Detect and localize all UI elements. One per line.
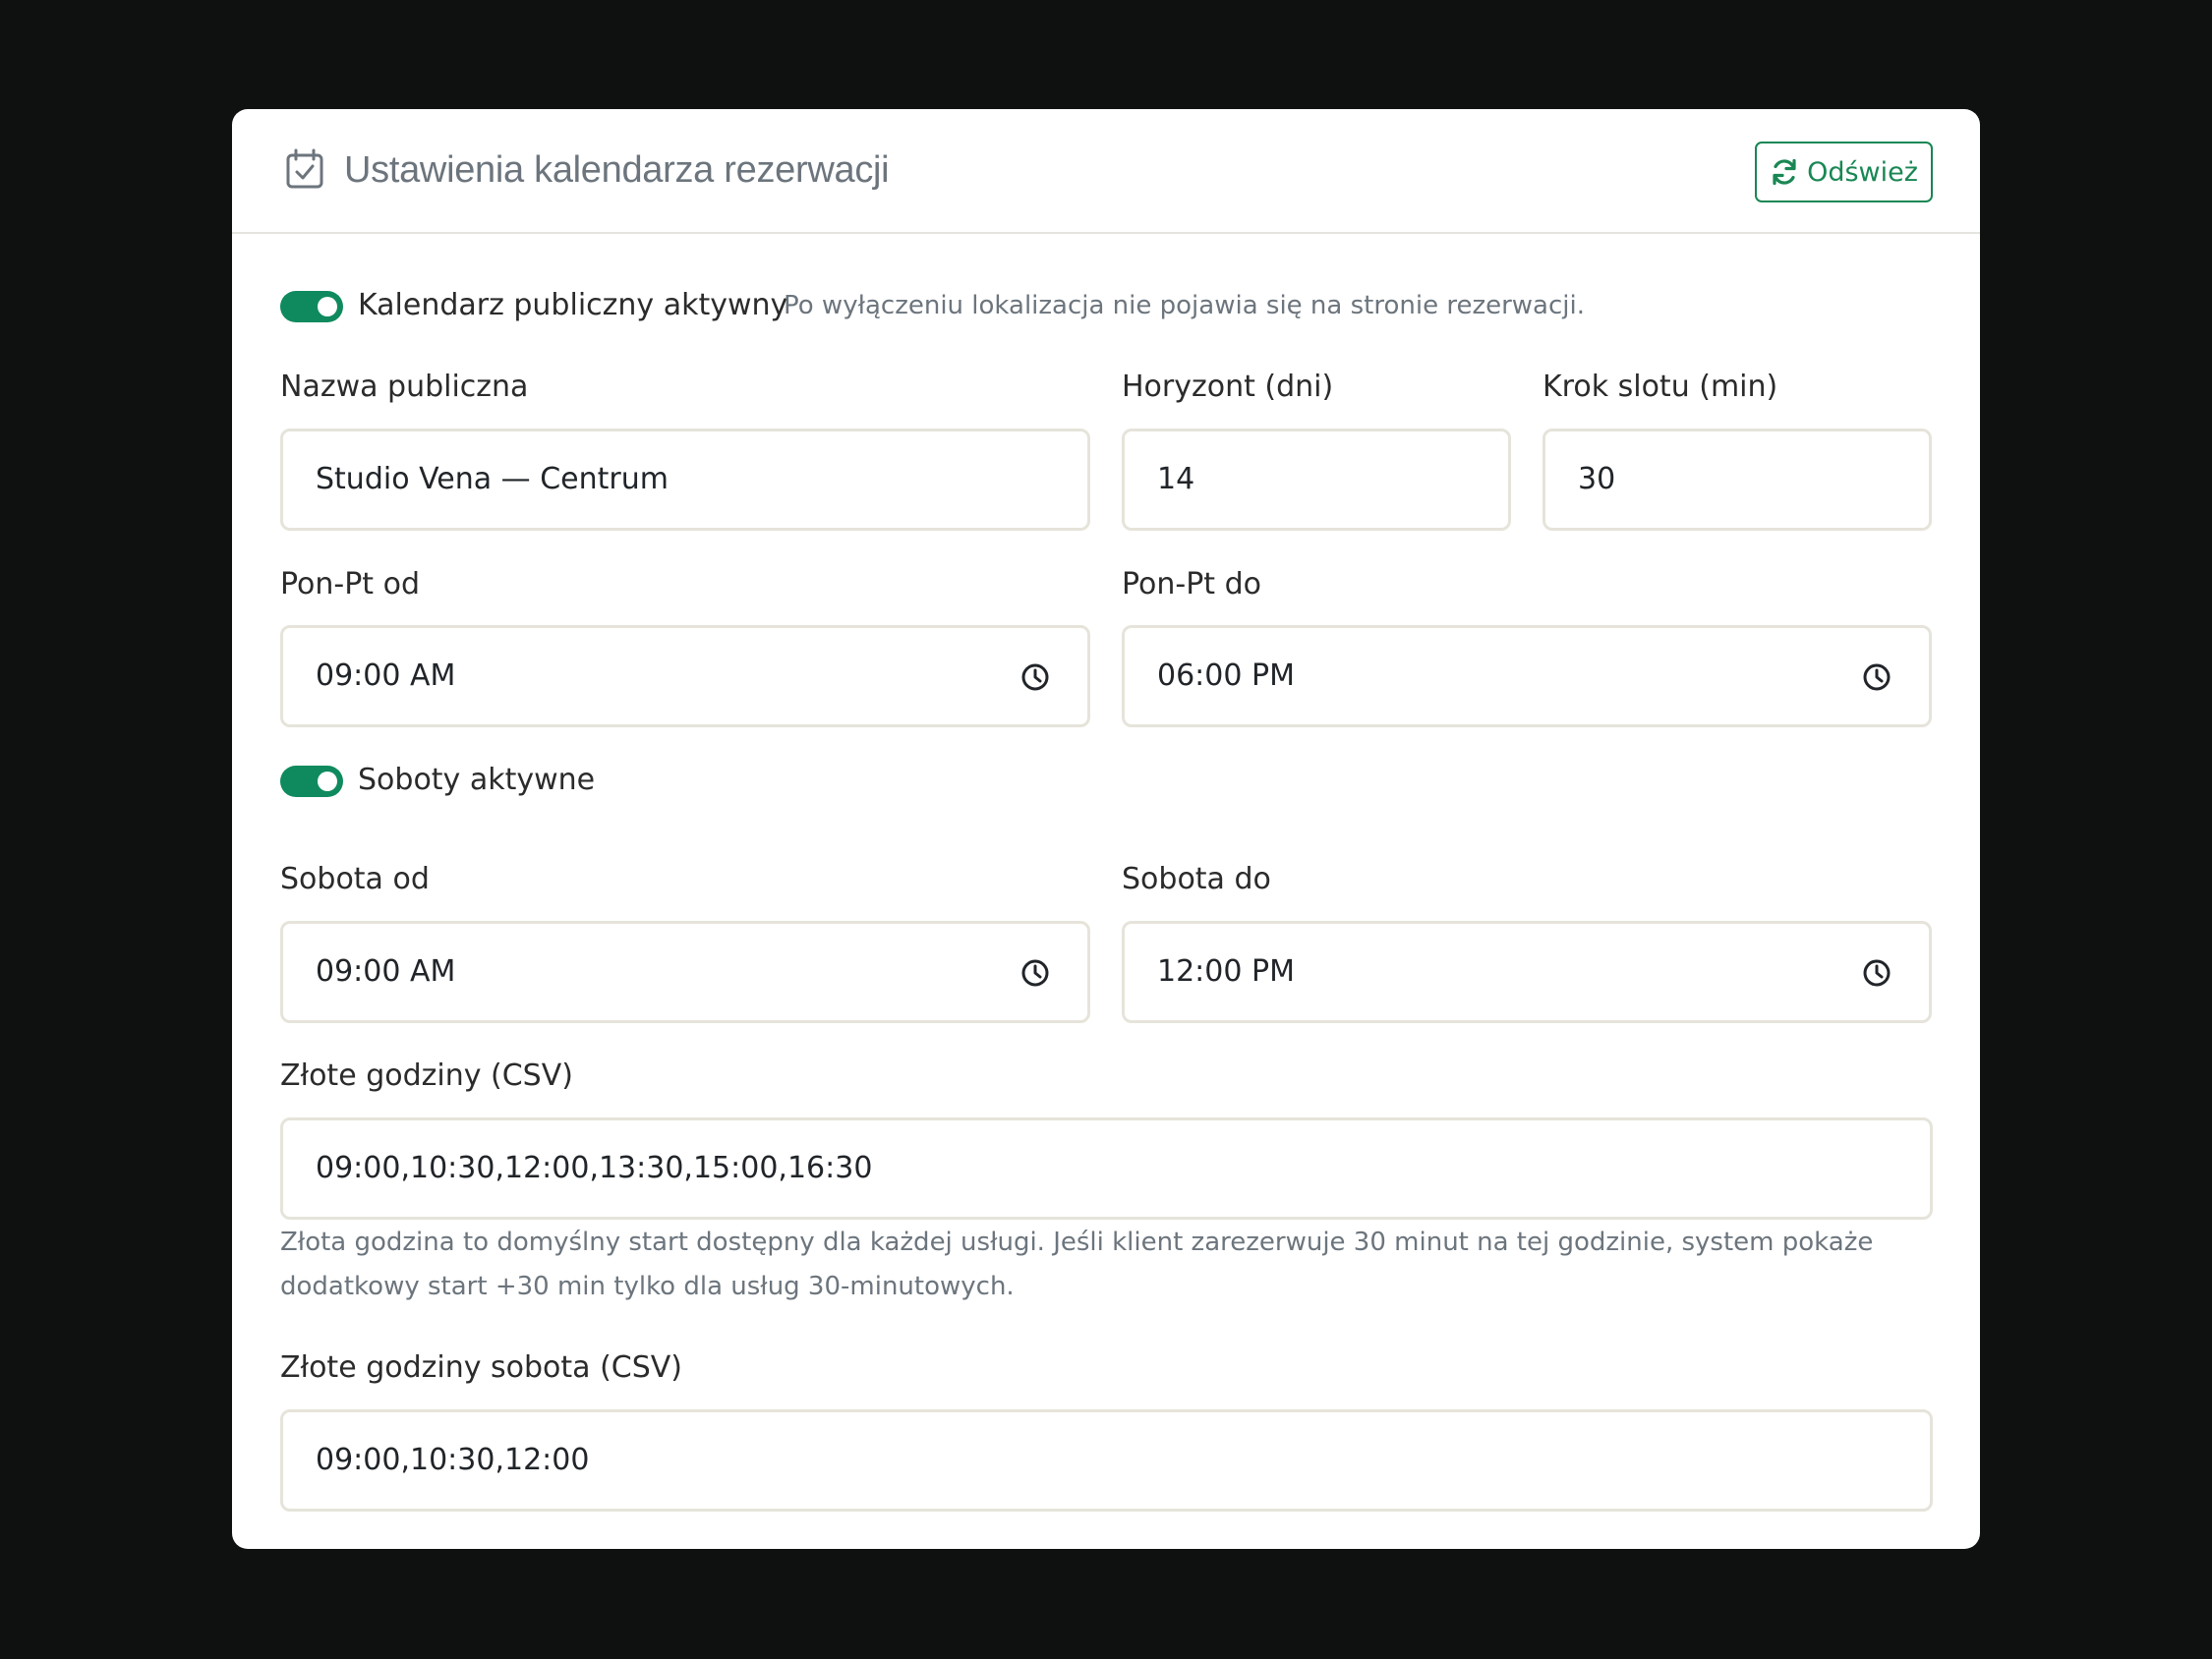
weekday-to-value: 06:00 PM <box>1157 658 1295 693</box>
saturday-from-value: 09:00 AM <box>316 954 456 989</box>
clock-icon[interactable] <box>1020 662 1050 692</box>
golden-hours-saturday-label: Złote godziny sobota (CSV) <box>280 1350 682 1385</box>
horizon-value: 14 <box>1157 462 1195 496</box>
horizon-input[interactable]: 14 <box>1122 429 1511 531</box>
slot-step-label: Krok slotu (min) <box>1543 370 1778 404</box>
golden-hours-label: Złote godziny (CSV) <box>280 1058 573 1093</box>
saturday-to-time-input[interactable]: 12:00 PM <box>1122 921 1932 1023</box>
golden-hours-input[interactable]: 09:00,10:30,12:00,13:30,15:00,16:30 <box>280 1117 1933 1220</box>
golden-hours-saturday-input[interactable]: 09:00,10:30,12:00 <box>280 1409 1933 1512</box>
saturday-to-value: 12:00 PM <box>1157 954 1295 989</box>
saturday-from-time-input[interactable]: 09:00 AM <box>280 921 1090 1023</box>
public-calendar-toggle[interactable] <box>280 291 343 322</box>
weekday-to-time-input[interactable]: 06:00 PM <box>1122 625 1932 727</box>
settings-card: Ustawienia kalendarza rezerwacji Odśwież… <box>232 109 1980 1549</box>
public-name-input[interactable]: Studio Vena — Centrum <box>280 429 1090 531</box>
clock-icon[interactable] <box>1862 958 1892 988</box>
page-title: Ustawienia kalendarza rezerwacji <box>344 149 890 191</box>
refresh-icon <box>1773 158 1796 186</box>
toggle-knob <box>318 772 337 791</box>
golden-hours-value: 09:00,10:30,12:00,13:30,15:00,16:30 <box>316 1151 873 1185</box>
weekday-from-time-input[interactable]: 09:00 AM <box>280 625 1090 727</box>
clock-icon[interactable] <box>1862 662 1892 692</box>
slot-step-value: 30 <box>1578 462 1616 496</box>
toggle-knob <box>318 297 337 316</box>
saturday-from-label: Sobota od <box>280 862 430 896</box>
public-name-value: Studio Vena — Centrum <box>316 462 669 496</box>
public-calendar-label: Kalendarz publiczny aktywny <box>358 288 788 322</box>
refresh-button[interactable]: Odśwież <box>1755 142 1933 202</box>
public-name-label: Nazwa publiczna <box>280 370 529 404</box>
weekday-from-label: Pon-Pt od <box>280 567 421 601</box>
horizon-label: Horyzont (dni) <box>1122 370 1334 404</box>
golden-hours-help: Złota godzina to domyślny start dostępny… <box>280 1228 1874 1301</box>
saturdays-toggle[interactable] <box>280 766 343 797</box>
golden-hours-saturday-value: 09:00,10:30,12:00 <box>316 1443 590 1477</box>
slot-step-input[interactable]: 30 <box>1543 429 1932 531</box>
weekday-from-value: 09:00 AM <box>316 658 456 693</box>
card-header: Ustawienia kalendarza rezerwacji Odśwież <box>232 109 1980 234</box>
weekday-to-label: Pon-Pt do <box>1122 567 1262 601</box>
clock-icon[interactable] <box>1020 958 1050 988</box>
saturday-to-label: Sobota do <box>1122 862 1271 896</box>
calendar-check-icon <box>286 148 323 189</box>
refresh-button-label: Odśwież <box>1807 156 1918 188</box>
public-calendar-hint: Po wyłączeniu lokalizacja nie pojawia si… <box>784 291 1585 320</box>
saturdays-label: Soboty aktywne <box>358 763 596 797</box>
